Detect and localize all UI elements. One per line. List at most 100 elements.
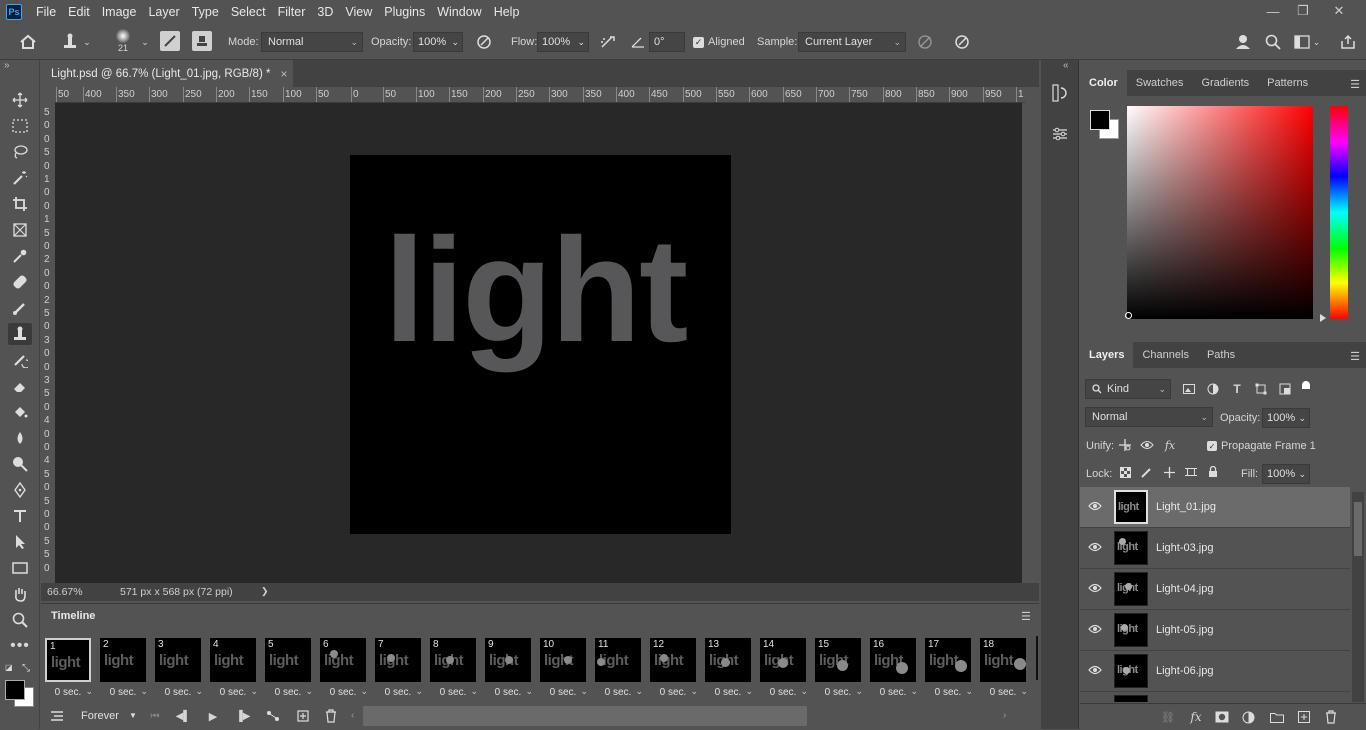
color-panel-tab-patterns[interactable]: Patterns	[1258, 70, 1317, 96]
fill-input[interactable]: 100% ⌄	[1262, 464, 1310, 484]
frame-delay-chevron-icon[interactable]: ⌄	[580, 686, 588, 697]
lock-image-pixels-icon[interactable]	[1140, 465, 1154, 479]
frame-delay-chevron-icon[interactable]: ⌄	[965, 686, 973, 697]
zoom-tool-icon[interactable]	[8, 609, 32, 631]
layer-name[interactable]: Light-03.jpg	[1156, 542, 1214, 554]
layer-row[interactable]: light Light-05.jpg	[1080, 610, 1350, 651]
layer-row[interactable]: light Light-04.jpg	[1080, 569, 1350, 610]
frame-delay-chevron-icon[interactable]: ⌄	[745, 686, 753, 697]
timeline-frame[interactable]: 12 light 0 sec. ⌄	[648, 636, 698, 702]
brush-settings-icon[interactable]	[160, 31, 180, 51]
layer-visibility-eye-icon[interactable]	[1088, 541, 1104, 555]
play-icon[interactable]: ▶	[205, 708, 221, 724]
convert-timeline-icon[interactable]	[49, 708, 65, 724]
next-frame-icon[interactable]: ▐▶	[235, 708, 251, 724]
opacity-input[interactable]: 100% ⌄	[413, 32, 463, 52]
frame-delay-chevron-icon[interactable]: ⌄	[855, 686, 863, 697]
link-layers-icon[interactable]: ⛓	[1160, 709, 1176, 725]
share-user-icon[interactable]	[1233, 32, 1255, 52]
clone-source-icon[interactable]	[192, 31, 212, 51]
timeline-frame[interactable]: 8light0 sec.⌄	[428, 636, 478, 702]
layer-row-partial[interactable]	[1080, 692, 1350, 702]
paint-bucket-tool-icon[interactable]	[8, 401, 32, 423]
lock-all-icon[interactable]	[1206, 465, 1220, 479]
menu-edit[interactable]: Edit	[62, 0, 96, 24]
color-panel-tab-gradients[interactable]: Gradients	[1192, 70, 1258, 96]
timeline-tab[interactable]: Timeline	[41, 604, 101, 628]
share-export-icon[interactable]	[1338, 32, 1358, 52]
frame-delay-chevron-icon[interactable]: ⌄	[910, 686, 918, 697]
document-tab[interactable]: Light.psd @ 66.7% (Light_01.jpg, RGB/8) …	[41, 60, 293, 87]
timeline-frame[interactable]: 11 light 0 sec. ⌄	[593, 636, 643, 702]
search-icon[interactable]	[1263, 32, 1283, 52]
lock-artboard-icon[interactable]	[1184, 465, 1198, 479]
lock-transparent-pixels-icon[interactable]	[1118, 465, 1132, 479]
add-mask-icon[interactable]	[1214, 709, 1230, 725]
blur-tool-icon[interactable]	[8, 427, 32, 449]
layer-list-scrollbar[interactable]	[1352, 492, 1364, 702]
previous-frame-icon[interactable]: ◀▌	[175, 708, 191, 724]
menu-filter[interactable]: Filter	[272, 0, 312, 24]
new-group-icon[interactable]	[1269, 709, 1285, 725]
timeline-frame[interactable]: 2 light 0 sec. ⌄	[98, 636, 148, 702]
scroll-right-icon[interactable]: ›	[1003, 710, 1006, 721]
delete-layer-icon[interactable]	[1323, 709, 1339, 725]
frames-scrollbar-thumb[interactable]	[363, 706, 807, 726]
eyedropper-tool-icon[interactable]	[8, 245, 32, 267]
menu-plugins[interactable]: Plugins	[378, 0, 431, 24]
marquee-tool-icon[interactable]	[8, 115, 32, 137]
frame-delay-chevron-icon[interactable]: ⌄	[690, 686, 698, 697]
restore-icon[interactable]: ❐	[1288, 0, 1318, 22]
filter-shape-icon[interactable]	[1253, 381, 1269, 397]
color-panel-menu-icon[interactable]: ☰	[1350, 78, 1360, 91]
layer-filter-kind-dropdown[interactable]: Kind ⌄	[1085, 379, 1171, 399]
layers-panel-tab-channels[interactable]: Channels	[1133, 342, 1197, 368]
loop-option[interactable]: Forever	[81, 710, 119, 722]
timeline-frame[interactable]: 18 light 0 sec. ⌄	[978, 636, 1028, 702]
menu-layer[interactable]: Layer	[142, 0, 185, 24]
timeline-frame[interactable]: 14light0 sec.⌄	[758, 636, 808, 702]
delete-frame-icon[interactable]	[323, 708, 339, 724]
timeline-frame[interactable]: 7light0 sec.⌄	[373, 636, 423, 702]
pen-tool-icon[interactable]	[8, 479, 32, 501]
flow-input[interactable]: 100% ⌄	[537, 32, 589, 52]
frame-delay-chevron-icon[interactable]: ⌄	[305, 686, 313, 697]
frame-delay-chevron-icon[interactable]: ⌄	[360, 686, 368, 697]
loop-dropdown-icon[interactable]: ▼	[129, 711, 137, 720]
adjustments-panel-icon[interactable]	[1050, 124, 1070, 144]
layers-panel-tab-paths[interactable]: Paths	[1198, 342, 1244, 368]
tween-icon[interactable]	[265, 708, 281, 724]
collapse-tools-icon[interactable]: »	[4, 60, 10, 71]
hue-slider-marker[interactable]	[1320, 314, 1326, 322]
first-frame-icon[interactable]: ⏮	[147, 708, 163, 724]
zoom-level[interactable]: 66.67%	[47, 586, 83, 598]
unify-position-icon[interactable]	[1117, 437, 1133, 453]
history-brush-tool-icon[interactable]	[8, 349, 32, 371]
layer-name[interactable]: Light-05.jpg	[1156, 624, 1214, 636]
magic-wand-tool-icon[interactable]	[8, 167, 32, 189]
layer-name[interactable]: Light-06.jpg	[1156, 665, 1214, 677]
layer-name[interactable]: Light-04.jpg	[1156, 583, 1214, 595]
frame-delay-chevron-icon[interactable]: ⌄	[415, 686, 423, 697]
aligned-checkbox[interactable]: ✓	[693, 37, 704, 48]
layer-row[interactable]: light Light_01.jpg	[1080, 487, 1350, 528]
workspace-icon[interactable]: ⌄	[1292, 32, 1322, 52]
menu-type[interactable]: Type	[186, 0, 225, 24]
timeline-frame[interactable]: 5 light 0 sec. ⌄	[263, 636, 313, 702]
frame-delay-chevron-icon[interactable]: ⌄	[470, 686, 478, 697]
timeline-frame[interactable]: 9 light 0 sec. ⌄	[483, 636, 533, 702]
brush-tool-icon[interactable]	[8, 297, 32, 319]
lock-position-icon[interactable]	[1162, 465, 1176, 479]
layer-list-scrollbar-thumb[interactable]	[1354, 502, 1362, 556]
frame-delay-chevron-icon[interactable]: ⌄	[800, 686, 808, 697]
timeline-frame[interactable]: 4 light 0 sec. ⌄	[208, 636, 258, 702]
frame-delay-chevron-icon[interactable]: ⌄	[1020, 686, 1028, 697]
menu-file[interactable]: File	[30, 0, 62, 24]
duplicate-frame-icon[interactable]	[295, 708, 311, 724]
path-selection-tool-icon[interactable]	[8, 531, 32, 553]
layer-row[interactable]: light Light-03.jpg	[1080, 528, 1350, 569]
lasso-tool-icon[interactable]	[8, 141, 32, 163]
angle-input[interactable]: 0°	[649, 32, 685, 52]
frame-tool-icon[interactable]	[8, 219, 32, 241]
layer-visibility-eye-icon[interactable]	[1088, 500, 1104, 514]
